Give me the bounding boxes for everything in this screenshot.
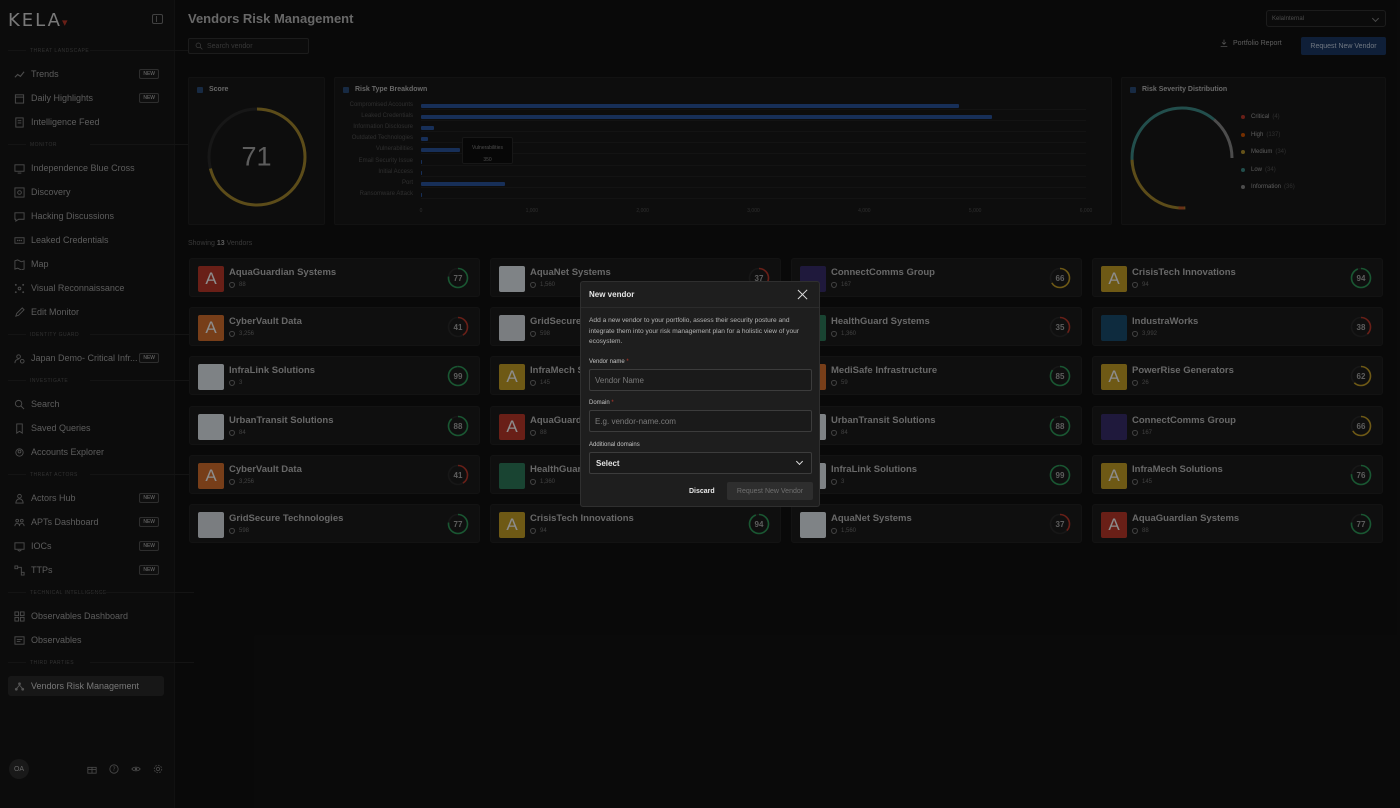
vendor-name-label: Vendor name * [589,359,629,365]
close-icon[interactable] [797,289,808,300]
request-new-vendor-submit[interactable]: Request New Vendor [727,482,813,500]
app-root: KELA▾ Threat Landscape Trends NEW Daily H… [0,0,1400,808]
additional-domains-label: Additional domains [589,442,640,448]
new-vendor-modal: New vendor Add a new vendor to your port… [580,281,820,507]
domain-input[interactable] [589,410,812,432]
discard-button[interactable]: Discard [685,482,719,500]
chevron-down-icon [795,457,804,466]
modal-divider [581,307,819,308]
domain-label: Domain * [589,400,614,406]
vendor-name-input[interactable] [589,369,812,391]
additional-domains-select[interactable]: Select [589,452,812,474]
modal-title: New vendor [589,290,635,299]
modal-description: Add a new vendor to your portfolio, asse… [589,317,800,345]
